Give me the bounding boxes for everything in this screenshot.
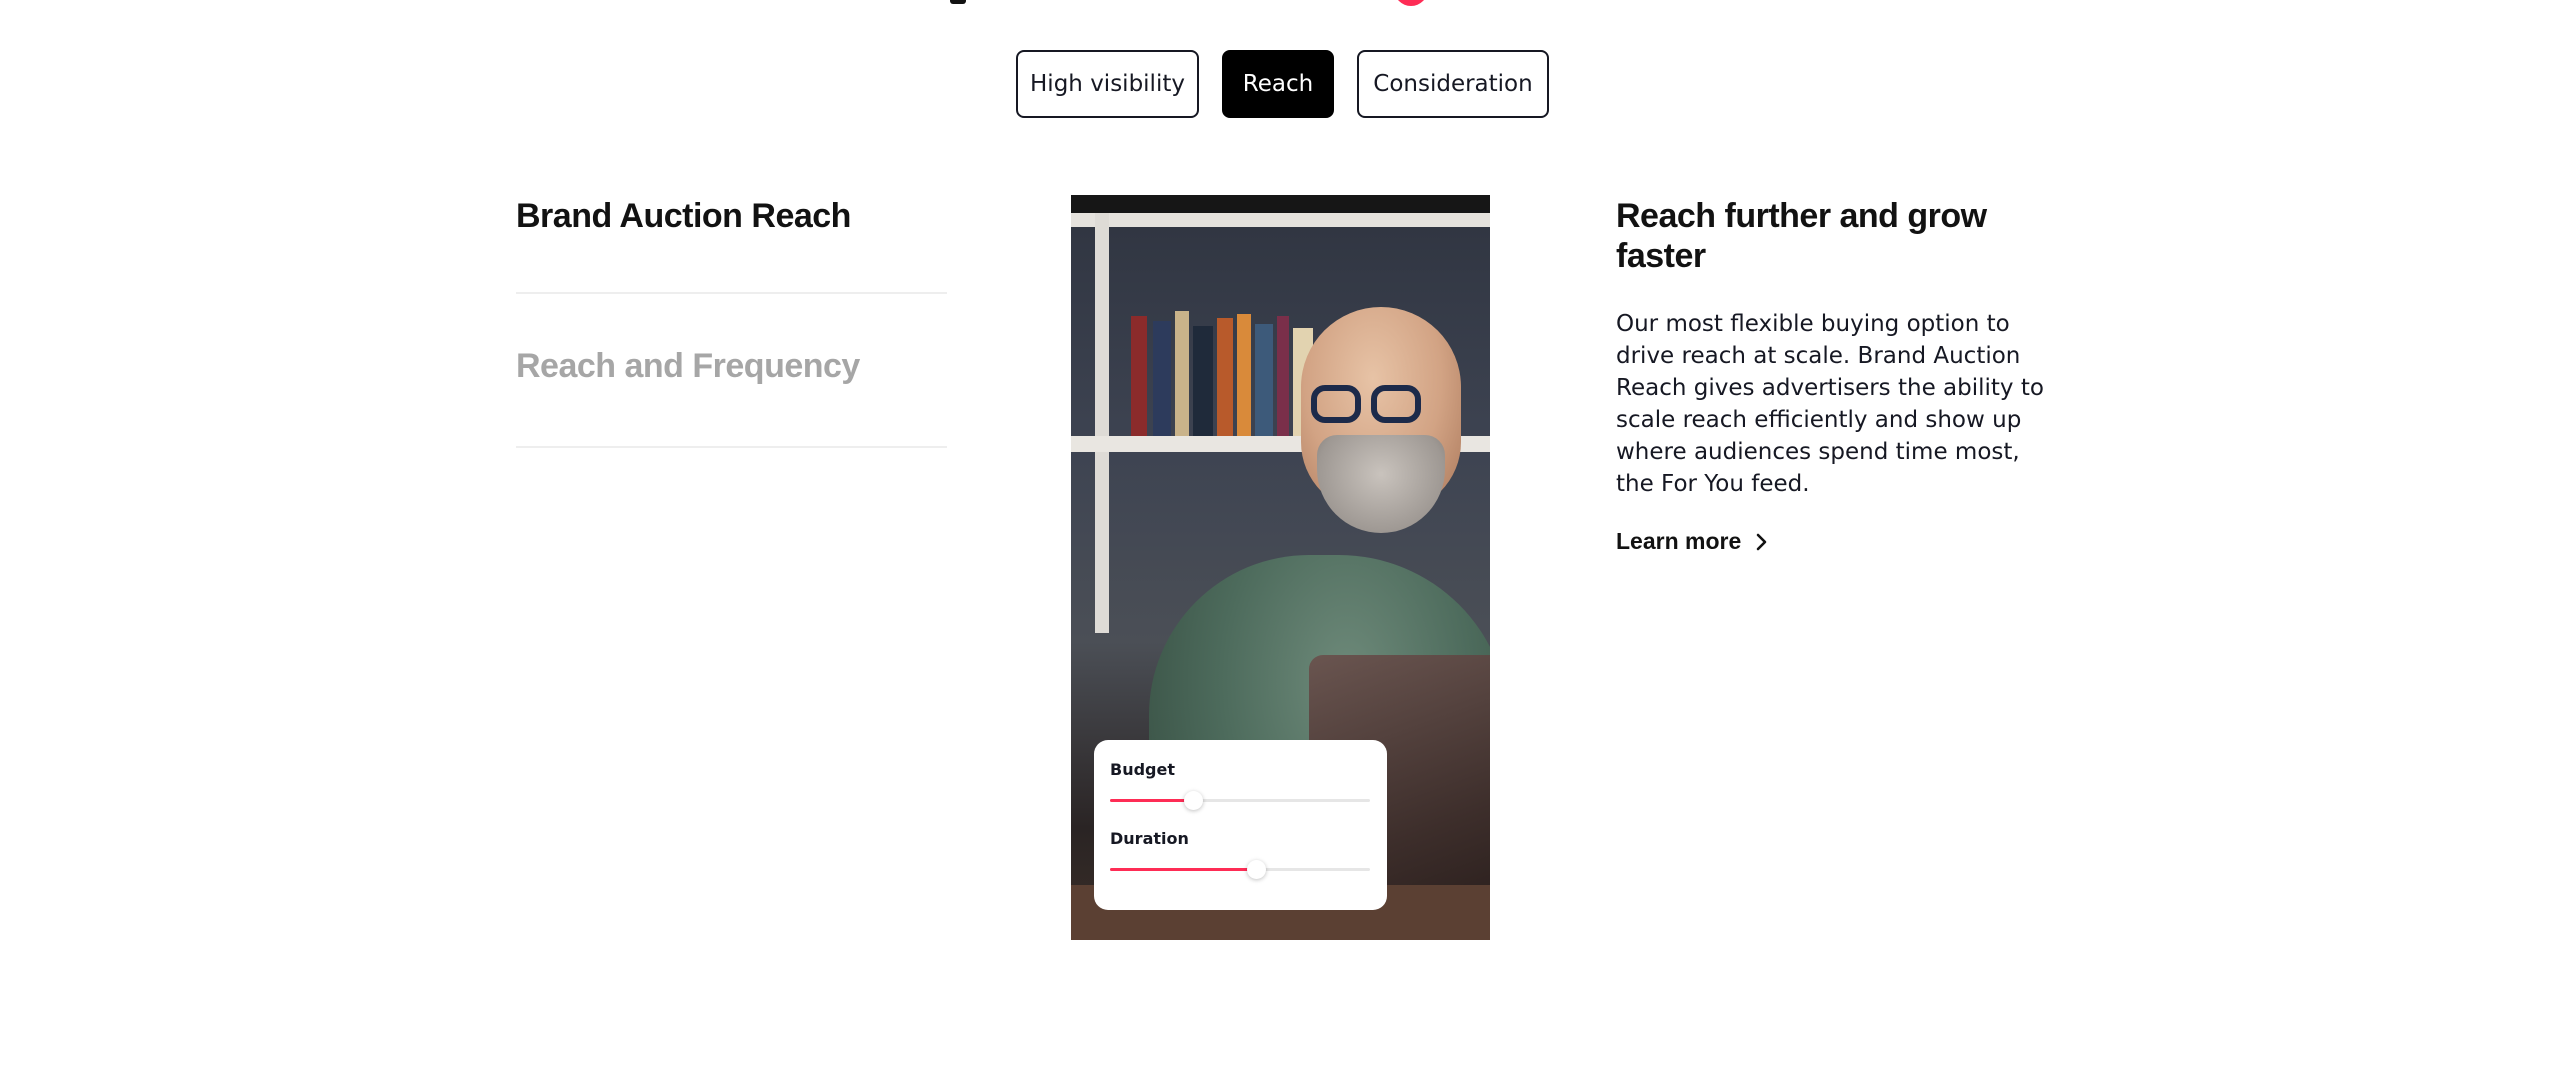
objective-tabs: High visibility Reach Consideration	[1016, 50, 1549, 118]
image-wall	[1071, 195, 1490, 213]
product-detail: Reach further and grow faster Our most f…	[1616, 196, 2046, 555]
section-heading-cropped	[0, 0, 2560, 6]
budget-label: Budget	[1110, 760, 1175, 779]
budget-slider[interactable]	[1110, 785, 1371, 815]
detail-heading: Reach further and grow faster	[1616, 197, 1987, 275]
image-shelf-frame	[1071, 213, 1490, 227]
duration-slider[interactable]	[1110, 854, 1371, 884]
list-divider	[516, 446, 947, 448]
image-shelf-post	[1095, 213, 1109, 633]
heading-accent-glyph	[1394, 0, 1428, 6]
tab-reach[interactable]: Reach	[1222, 50, 1334, 118]
learn-more-link[interactable]: Learn more	[1616, 528, 1769, 555]
campaign-controls-card: Budget Duration	[1094, 740, 1387, 910]
slider-fill	[1110, 799, 1193, 802]
detail-body: Our most flexible buying option to drive…	[1616, 311, 2044, 497]
slider-fill	[1110, 868, 1256, 871]
slider-thumb[interactable]	[1247, 860, 1266, 879]
image-person-beard	[1317, 435, 1445, 533]
product-item-brand-auction-reach[interactable]: Brand Auction Reach	[516, 196, 947, 292]
image-glasses	[1311, 385, 1361, 423]
slider-thumb[interactable]	[1184, 791, 1203, 810]
product-item-reach-and-frequency[interactable]: Reach and Frequency	[516, 294, 947, 446]
product-list: Brand Auction Reach Reach and Frequency	[516, 196, 947, 448]
duration-label: Duration	[1110, 829, 1189, 848]
image-glasses	[1371, 385, 1421, 423]
heading-glyph	[950, 0, 966, 4]
chevron-right-icon	[1756, 533, 1767, 550]
learn-more-label: Learn more	[1616, 528, 1742, 554]
tab-high-visibility[interactable]: High visibility	[1016, 50, 1199, 118]
tab-consideration[interactable]: Consideration	[1357, 50, 1549, 118]
